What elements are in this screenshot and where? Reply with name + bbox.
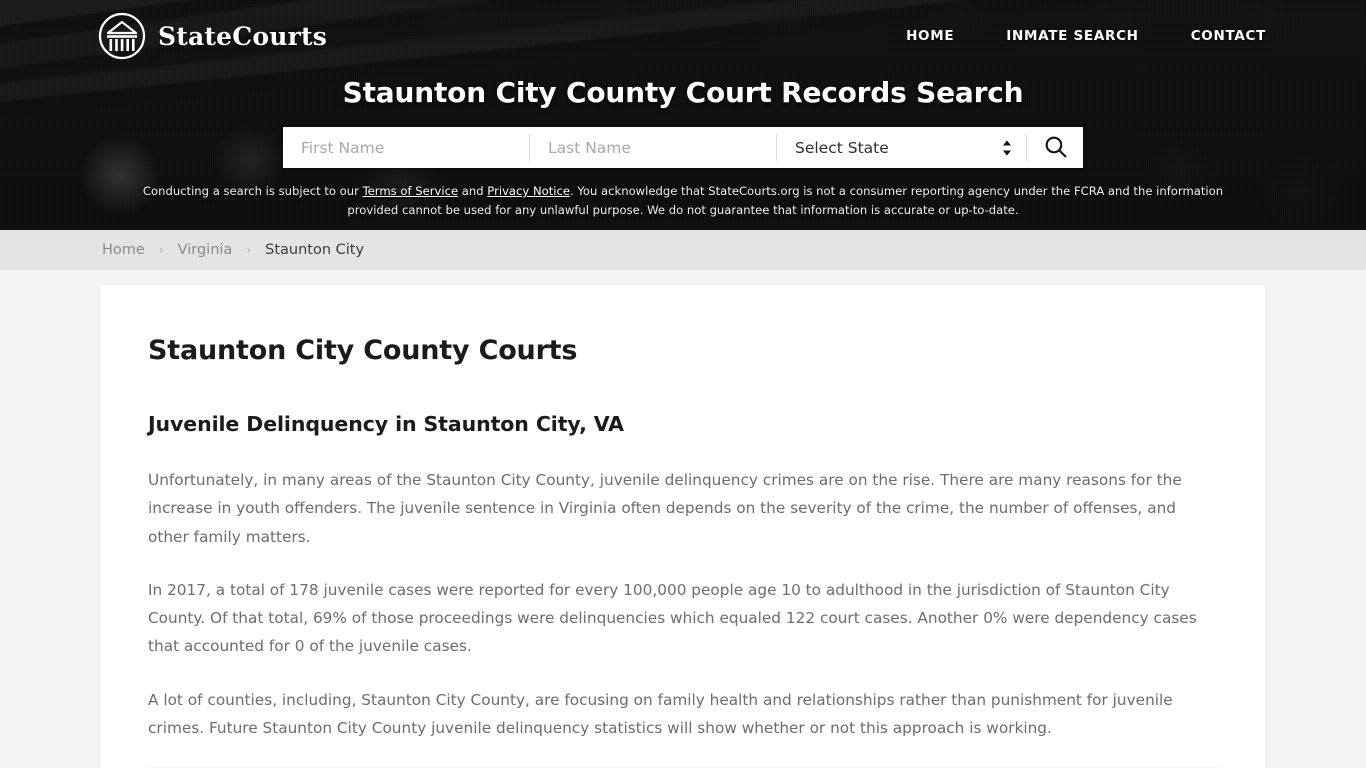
nav-item-home[interactable]: HOME	[906, 28, 954, 44]
disclaimer-text-2: and	[458, 184, 488, 198]
breadcrumb-separator-icon: ›	[246, 243, 252, 257]
paragraph-outlook: A lot of counties, including, Staunton C…	[148, 690, 1173, 738]
brand-name: StateCourts	[158, 21, 327, 51]
top-bar: StateCourts HOME INMATE SEARCH CONTACT	[0, 0, 1366, 72]
main-navigation: HOME INMATE SEARCH CONTACT	[906, 28, 1266, 44]
first-name-input[interactable]	[283, 127, 529, 168]
state-select-value: Select State	[795, 138, 889, 157]
nav-item-inmate-search[interactable]: INMATE SEARCH	[1006, 28, 1138, 44]
page-title: Staunton City County Courts	[148, 335, 578, 366]
disclaimer-text-1: Conducting a search is subject to our	[142, 184, 363, 198]
site-header: StateCourts HOME INMATE SEARCH CONTACT S…	[0, 0, 1366, 230]
hero-title: Staunton City County Court Records Searc…	[342, 76, 1024, 109]
brand-logo[interactable]: StateCourts	[98, 12, 327, 60]
paragraph-intro: Unfortunately, in many areas of the Stau…	[148, 471, 1182, 546]
breadcrumb: Home › Virginia › Staunton City	[0, 230, 1366, 270]
breadcrumb-item-staunton-city: Staunton City	[265, 242, 365, 258]
state-select[interactable]: Select State	[777, 127, 1026, 168]
terms-of-service-link[interactable]: Terms of Service	[363, 184, 459, 198]
last-name-input[interactable]	[530, 127, 776, 168]
breadcrumb-item-home[interactable]: Home	[102, 242, 145, 258]
breadcrumb-item-virginia[interactable]: Virginia	[178, 242, 233, 258]
search-button[interactable]	[1027, 127, 1083, 168]
records-search-bar: Select State	[283, 127, 1083, 168]
nav-item-contact[interactable]: CONTACT	[1191, 28, 1266, 44]
privacy-notice-link[interactable]: Privacy Notice	[487, 184, 570, 198]
content-card: Staunton City County Courts Juvenile Del…	[100, 285, 1266, 768]
search-disclaimer: Conducting a search is subject to our Te…	[128, 182, 1238, 220]
chevron-updown-icon	[1002, 140, 1012, 155]
section-title-juvenile-delinquency: Juvenile Delinquency in Staunton City, V…	[148, 412, 624, 436]
page-body: Staunton City County Courts Juvenile Del…	[0, 270, 1366, 768]
breadcrumb-separator-icon: ›	[158, 243, 164, 257]
search-icon	[1043, 134, 1068, 162]
paragraph-statistics: In 2017, a total of 178 juvenile cases w…	[148, 580, 1197, 656]
courthouse-circle-icon	[98, 12, 146, 60]
